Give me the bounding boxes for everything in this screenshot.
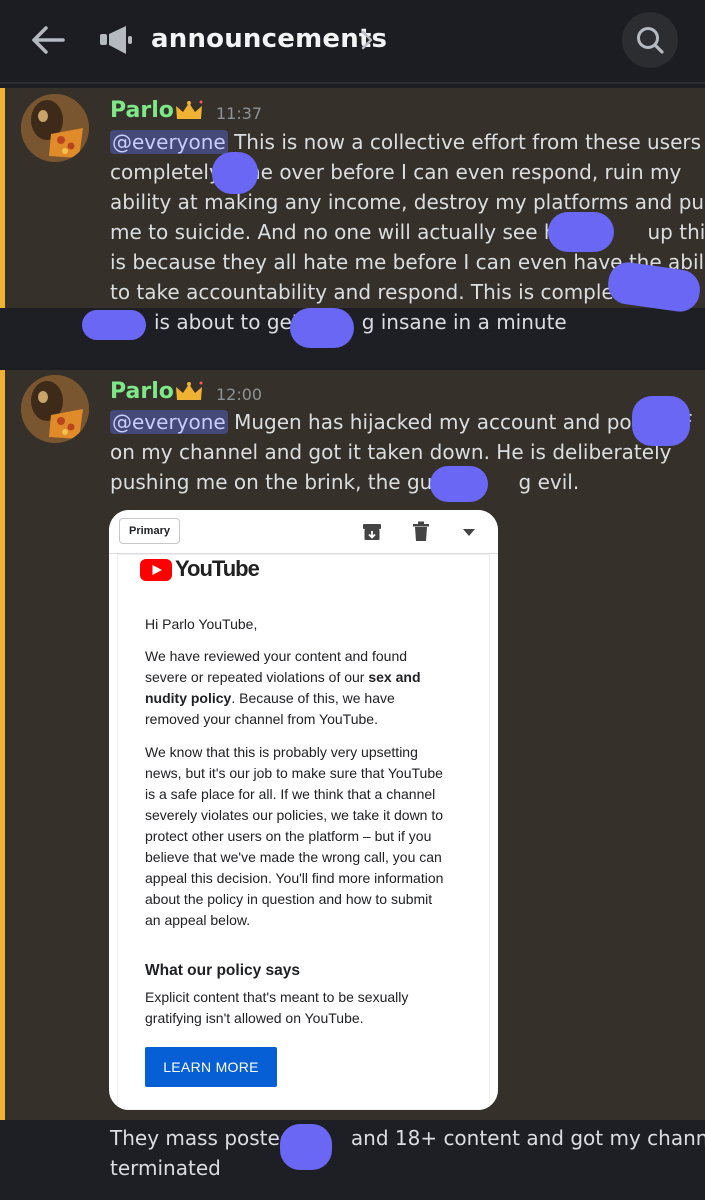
email-greeting: Hi Parlo YouTube, (145, 616, 258, 632)
message-content: @everyone Mugen has hijacked my account … (110, 410, 693, 494)
redaction-mark (280, 1124, 332, 1170)
avatar-image (21, 375, 89, 443)
message-author[interactable]: Parlo (110, 98, 174, 123)
email-paragraph: Explicit content that's meant to be sexu… (145, 989, 409, 1026)
archive-icon (363, 524, 381, 540)
search-icon (637, 27, 664, 54)
redaction-mark (548, 212, 614, 252)
search-button[interactable] (622, 12, 678, 68)
learn-more-button[interactable]: LEARN MORE (145, 1047, 277, 1087)
redaction-mark (212, 152, 258, 194)
message-timestamp: 11:37 (216, 104, 263, 123)
crown-icon (176, 381, 203, 400)
back-arrow-icon[interactable] (30, 24, 66, 56)
email-paragraph: We have reviewed your content and found … (145, 648, 421, 727)
youtube-wordmark: YouTube (175, 556, 260, 581)
trash-icon (413, 521, 429, 541)
message-continuation-text: They mass posted and 18+ content and got… (110, 1126, 705, 1180)
channel-header: announcements (0, 0, 705, 84)
redaction-mark (82, 310, 146, 340)
message-timestamp: 12:00 (216, 385, 263, 404)
redaction-mark (632, 396, 690, 446)
email-heading: What our policy says (145, 962, 301, 979)
everyone-mention[interactable]: @everyone (110, 130, 228, 154)
redaction-mark (430, 466, 488, 502)
youtube-logo-icon (140, 559, 172, 581)
crown-icon (176, 100, 203, 119)
dropdown-caret-icon (463, 529, 475, 536)
announcement-channel-icon (100, 26, 132, 54)
email-paragraph: We know that this is probably very upset… (145, 744, 444, 928)
primary-label-chip: Primary (119, 518, 180, 544)
avatar[interactable] (21, 375, 89, 443)
everyone-mention[interactable]: @everyone (110, 410, 228, 434)
redaction-mark (290, 308, 354, 348)
avatar-image (21, 94, 89, 162)
avatar[interactable] (21, 94, 89, 162)
channel-title[interactable]: announcements (151, 24, 387, 54)
message-author[interactable]: Parlo (110, 379, 174, 404)
chevron-right-icon[interactable] (358, 28, 376, 52)
email-toolbar: Primary (109, 510, 498, 554)
email-screenshot-embed[interactable]: Primary YouTube Hi Parlo YouTube, We hav… (109, 510, 498, 1110)
